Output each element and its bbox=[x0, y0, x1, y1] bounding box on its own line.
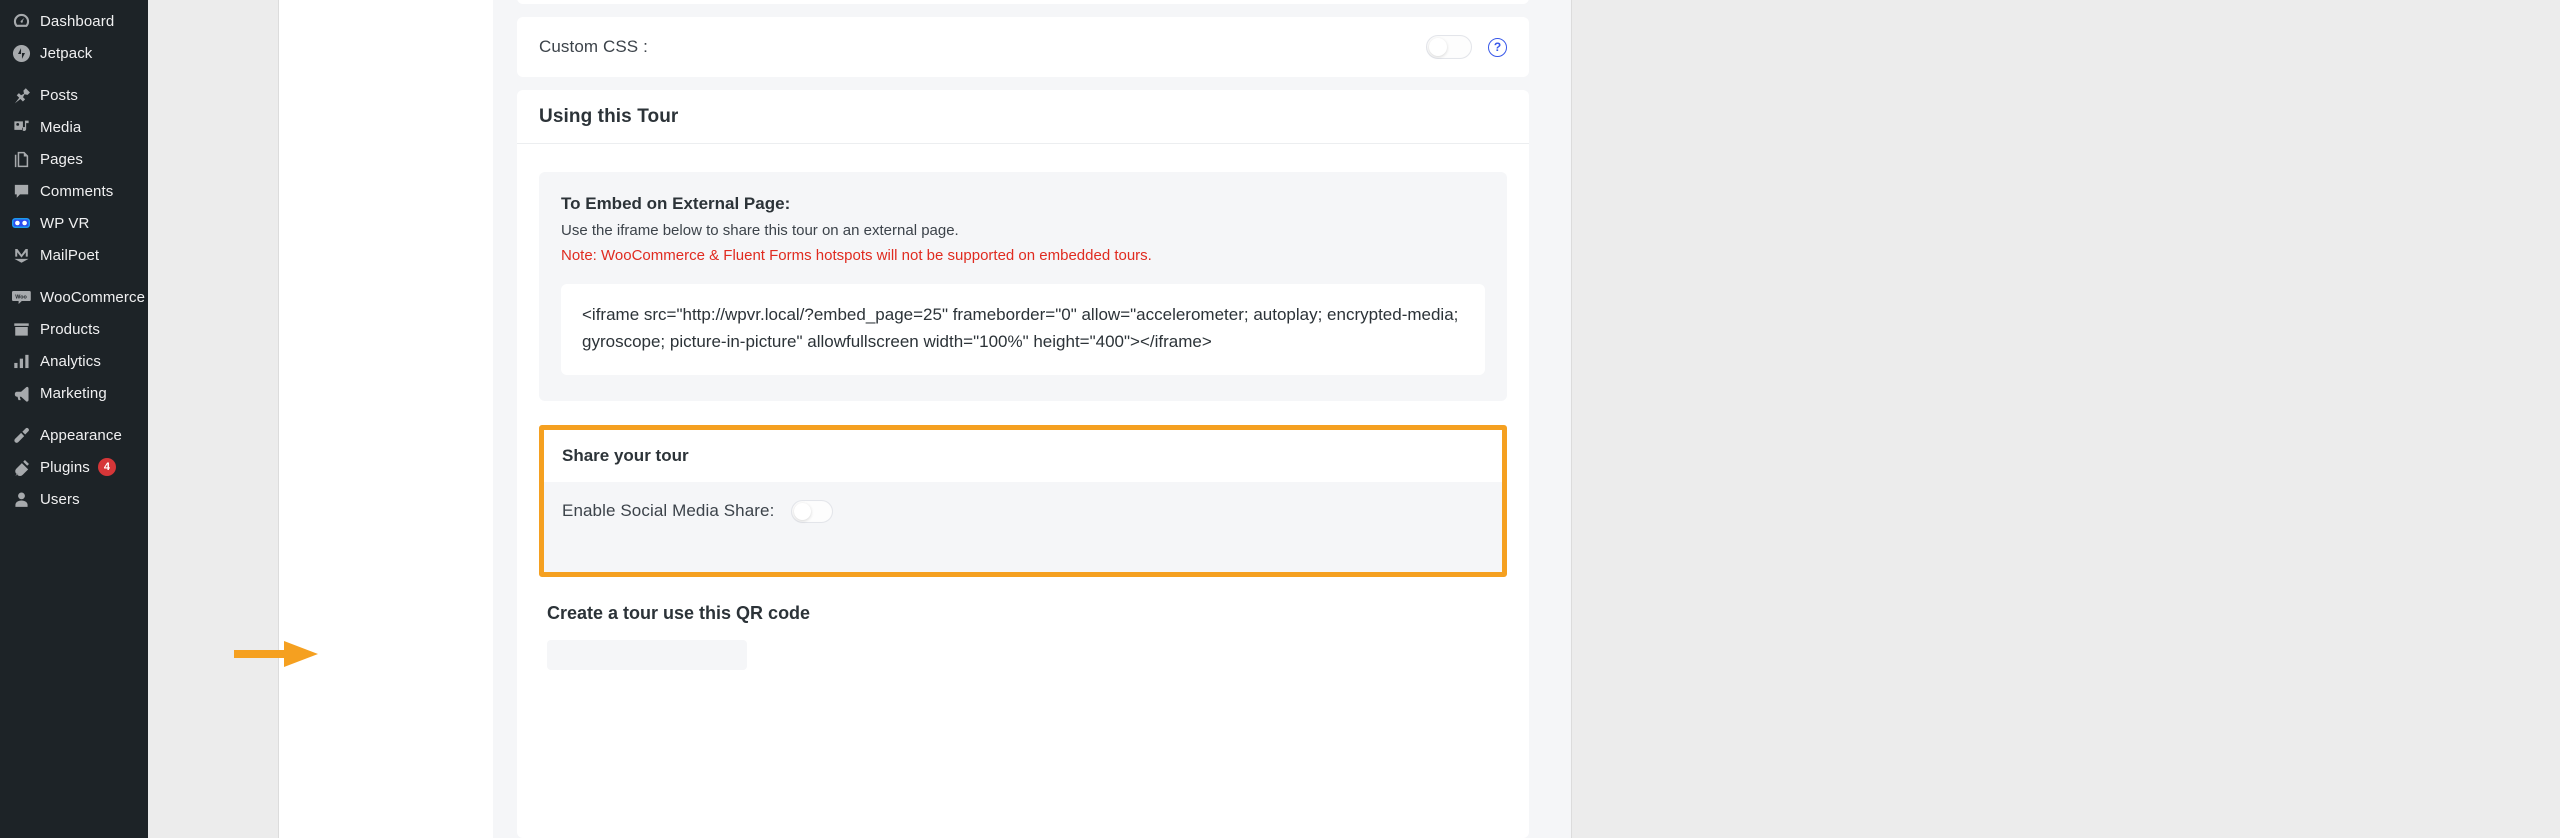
products-icon bbox=[11, 319, 31, 339]
sidebar-item-label: Analytics bbox=[40, 352, 101, 370]
sidebar-item-label: Pages bbox=[40, 150, 84, 168]
sidebar-item-label: Jetpack bbox=[40, 44, 93, 62]
sidebar-item-label: Plugins bbox=[40, 458, 90, 476]
jetpack-icon bbox=[11, 43, 31, 63]
share-your-tour-title: Share your tour bbox=[562, 445, 689, 465]
wp-admin-sidebar: Dashboard Jetpack Posts Media Pages Comments W… bbox=[0, 0, 148, 838]
svg-text:Woo: Woo bbox=[15, 295, 27, 301]
share-your-tour-header: Share your tour bbox=[544, 429, 1502, 482]
pin-icon bbox=[11, 85, 31, 105]
content-panel: Custom CSS : ? Using this Tour To Embed … bbox=[279, 0, 1571, 838]
sidebar-item-posts[interactable]: Posts bbox=[0, 79, 148, 111]
sidebar-separator bbox=[0, 271, 148, 281]
screen-root: Dashboard Jetpack Posts Media Pages Comments W… bbox=[0, 0, 2560, 838]
custom-css-controls: ? bbox=[1426, 35, 1507, 59]
paintbrush-icon bbox=[11, 425, 31, 445]
sidebar-item-label: Dashboard bbox=[40, 12, 115, 30]
embed-title: To Embed on External Page: bbox=[561, 194, 791, 213]
sidebar-separator bbox=[0, 409, 148, 419]
embed-description: Use the iframe below to share this tour … bbox=[561, 222, 959, 239]
sidebar-item-woocommerce[interactable]: Woo WooCommerce bbox=[0, 281, 148, 313]
sidebar-item-label: WooCommerce bbox=[40, 288, 146, 306]
marketing-icon bbox=[11, 383, 31, 403]
sidebar-item-analytics[interactable]: Analytics bbox=[0, 345, 148, 377]
custom-css-toggle[interactable] bbox=[1426, 35, 1472, 59]
using-this-tour-title: Using this Tour bbox=[539, 105, 679, 127]
sidebar-item-label: Marketing bbox=[40, 384, 107, 402]
card-above-cutoff bbox=[517, 0, 1529, 4]
plug-icon bbox=[11, 457, 31, 477]
sidebar-item-label: Appearance bbox=[40, 426, 122, 444]
sidebar-separator bbox=[0, 69, 148, 79]
sidebar-item-pages[interactable]: Pages bbox=[0, 143, 148, 175]
user-icon bbox=[11, 489, 31, 509]
custom-css-label: Custom CSS : bbox=[539, 37, 648, 56]
qr-code-heading: Create a tour use this QR code bbox=[547, 602, 811, 623]
toggle-knob bbox=[1429, 38, 1447, 56]
mailpoet-icon bbox=[11, 245, 31, 265]
analytics-icon bbox=[11, 351, 31, 371]
sidebar-item-mailpoet[interactable]: MailPoet bbox=[0, 239, 148, 271]
sidebar-menu: Dashboard Jetpack Posts Media Pages Comments W… bbox=[0, 5, 148, 515]
sidebar-item-label: WP VR bbox=[40, 214, 90, 232]
sidebar-item-label: Media bbox=[40, 118, 82, 136]
sidebar-item-plugins[interactable]: Plugins 4 bbox=[0, 451, 148, 483]
help-icon[interactable]: ? bbox=[1488, 37, 1507, 57]
media-icon bbox=[11, 117, 31, 137]
sidebar-item-badge: 4 bbox=[97, 458, 116, 476]
sidebar-item-label: MailPoet bbox=[40, 246, 100, 264]
comments-icon bbox=[11, 181, 31, 201]
dashboard-icon bbox=[11, 11, 31, 31]
sidebar-item-jetpack[interactable]: Jetpack bbox=[0, 37, 148, 69]
sidebar-item-comments[interactable]: Comments bbox=[0, 175, 148, 207]
enable-social-media-share-row: Enable Social Media Share: bbox=[562, 499, 834, 523]
embed-warning-note: Note: WooCommerce & Fluent Forms hotspot… bbox=[561, 247, 1152, 265]
enable-social-media-share-toggle[interactable] bbox=[791, 499, 834, 523]
pages-icon bbox=[11, 149, 31, 169]
embed-info-block: To Embed on External Page: Use the ifram… bbox=[539, 172, 1507, 401]
left-gutter bbox=[148, 0, 279, 838]
custom-css-card: Custom CSS : ? bbox=[517, 17, 1529, 77]
vr-goggles-icon bbox=[11, 213, 31, 233]
enable-social-media-share-label: Enable Social Media Share: bbox=[562, 501, 775, 521]
sidebar-item-label: Posts bbox=[40, 86, 79, 104]
settings-column: Custom CSS : ? Using this Tour To Embed … bbox=[493, 0, 1571, 838]
share-your-tour-body: Enable Social Media Share: bbox=[544, 481, 1502, 572]
sidebar-item-products[interactable]: Products bbox=[0, 313, 148, 345]
share-your-tour-highlight: Share your tour Enable Social Media Shar… bbox=[539, 424, 1507, 577]
sidebar-item-users[interactable]: Users bbox=[0, 483, 148, 515]
woocommerce-icon: Woo bbox=[11, 287, 31, 307]
sidebar-item-appearance[interactable]: Appearance bbox=[0, 419, 148, 451]
using-this-tour-body: To Embed on External Page: Use the ifram… bbox=[517, 144, 1529, 670]
sidebar-item-label: Users bbox=[40, 490, 80, 508]
qr-code-placeholder bbox=[547, 639, 747, 670]
sidebar-item-label: Comments bbox=[40, 182, 114, 200]
using-this-tour-header: Using this Tour bbox=[517, 90, 1529, 144]
sidebar-item-marketing[interactable]: Marketing bbox=[0, 377, 148, 409]
using-this-tour-card: Using this Tour To Embed on External Pag… bbox=[517, 90, 1529, 838]
sidebar-item-label: Products bbox=[40, 320, 100, 338]
sidebar-item-dashboard[interactable]: Dashboard bbox=[0, 5, 148, 37]
sidebar-item-media[interactable]: Media bbox=[0, 111, 148, 143]
sidebar-item-wp-vr[interactable]: WP VR bbox=[0, 207, 148, 239]
right-gutter bbox=[1571, 0, 2560, 838]
toggle-knob bbox=[794, 502, 812, 520]
embed-iframe-code[interactable]: <iframe src="http://wpvr.local/?embed_pa… bbox=[561, 283, 1485, 375]
